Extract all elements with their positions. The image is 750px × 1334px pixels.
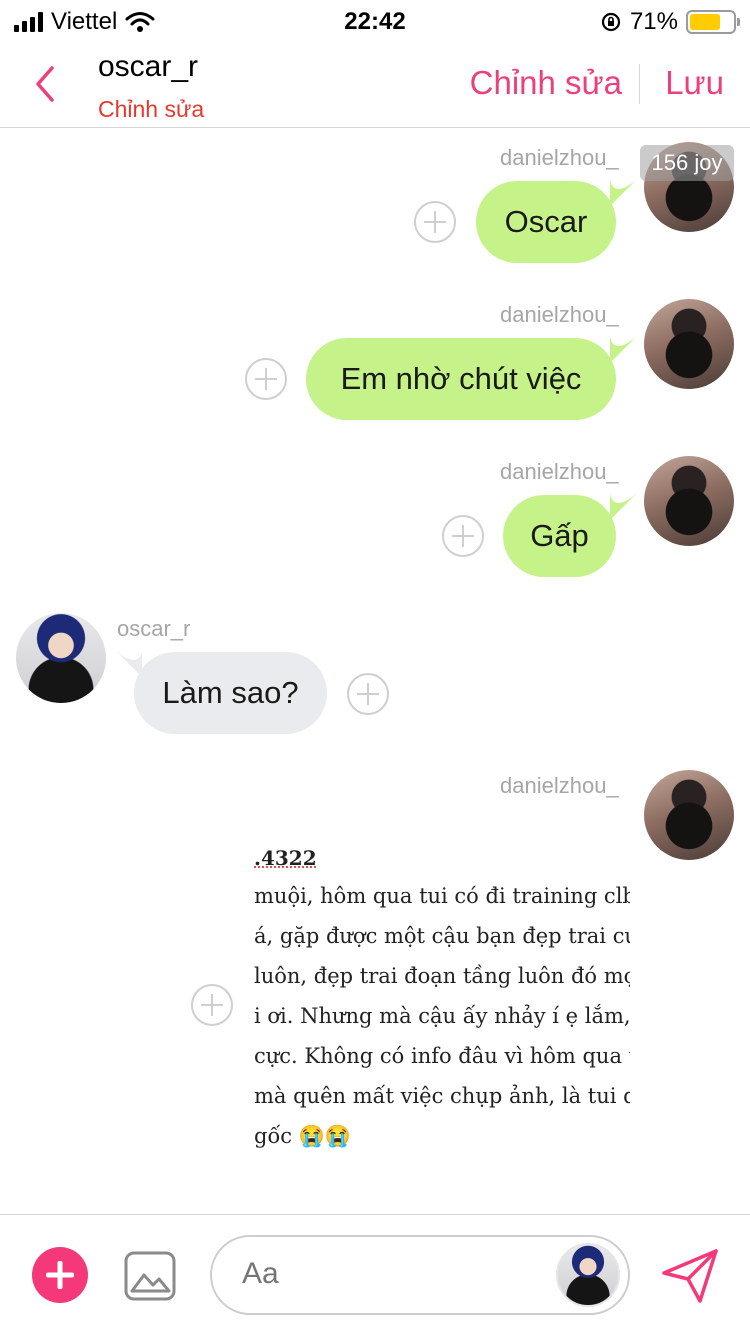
sender-name: oscar_r (117, 616, 191, 641)
image-text-line: cực. Không có info đâu vì hôm qua tu (254, 1044, 630, 1068)
avatar[interactable] (644, 456, 734, 546)
message-input[interactable] (242, 1257, 542, 1291)
status-bar: Viettel 22:42 71% (0, 0, 750, 40)
message-input-box[interactable] (210, 1235, 630, 1315)
battery-icon (686, 10, 740, 34)
message-bubble[interactable]: Làm sao? (134, 652, 327, 734)
image-text-line: i ơi. Nhưng mà cậu ấy nhảy í ẹ lắm, l (254, 1004, 630, 1028)
bubble-tail (610, 180, 636, 206)
add-reaction-icon[interactable] (414, 201, 456, 243)
chevron-left-icon[interactable] (24, 62, 64, 106)
add-reaction-icon[interactable] (347, 673, 389, 715)
sender-name: danielzhou_ (500, 145, 619, 170)
contact-name: oscar_r (98, 50, 199, 83)
chat-header: oscar_r Chỉnh sửa Chỉnh sửa Lưu (0, 40, 750, 128)
avatar[interactable] (16, 613, 106, 703)
add-reaction-icon[interactable] (191, 984, 233, 1026)
image-text-line: luôn, đẹp trai đoạn tầng luôn đó mọ (254, 964, 630, 988)
image-text-line: á, gặp được một cậu bạn đẹp trai cực (254, 924, 630, 948)
header-subtitle: Chỉnh sửa (98, 96, 205, 122)
message-text: Em nhờ chút việc (340, 361, 582, 396)
avatar[interactable] (644, 299, 734, 389)
sender-name: danielzhou_ (500, 302, 619, 327)
image-icon[interactable] (124, 1251, 176, 1301)
message-bubble[interactable]: Gấp (503, 495, 616, 577)
header-divider (639, 64, 640, 104)
sender-name: danielzhou_ (500, 773, 619, 798)
edit-button[interactable]: Chỉnh sửa (470, 64, 622, 102)
avatar[interactable] (644, 770, 734, 860)
image-text-line: muội, hôm qua tui có đi training clb (254, 884, 630, 908)
image-text-line: mà quên mất việc chụp ảnh, là tui q (254, 1084, 630, 1108)
bubble-tail (610, 494, 636, 520)
add-reaction-icon[interactable] (245, 358, 287, 400)
send-icon[interactable] (660, 1247, 720, 1305)
image-text-line: .4322 (254, 846, 317, 870)
message-text: Oscar (504, 204, 588, 239)
message-text: Gấp (530, 518, 589, 553)
plus-icon[interactable] (32, 1247, 88, 1303)
save-button[interactable]: Lưu (665, 64, 724, 102)
bubble-tail (610, 337, 636, 363)
message-image[interactable]: .4322 muội, hôm qua tui có đi training c… (250, 840, 630, 1160)
message-bubble[interactable]: Oscar (476, 181, 616, 263)
battery-percent: 71% (629, 8, 678, 35)
sender-name: danielzhou_ (500, 459, 619, 484)
image-text-line: gốc 😭😭 (254, 1124, 352, 1148)
rotation-lock-icon (601, 12, 621, 32)
overlay-badge: 156 joy (640, 145, 734, 181)
avatar[interactable] (556, 1243, 620, 1307)
message-bubble[interactable]: Em nhờ chút việc (306, 338, 616, 420)
message-text: Làm sao? (162, 675, 299, 710)
composer-bar (0, 1214, 750, 1334)
add-reaction-icon[interactable] (442, 515, 484, 557)
